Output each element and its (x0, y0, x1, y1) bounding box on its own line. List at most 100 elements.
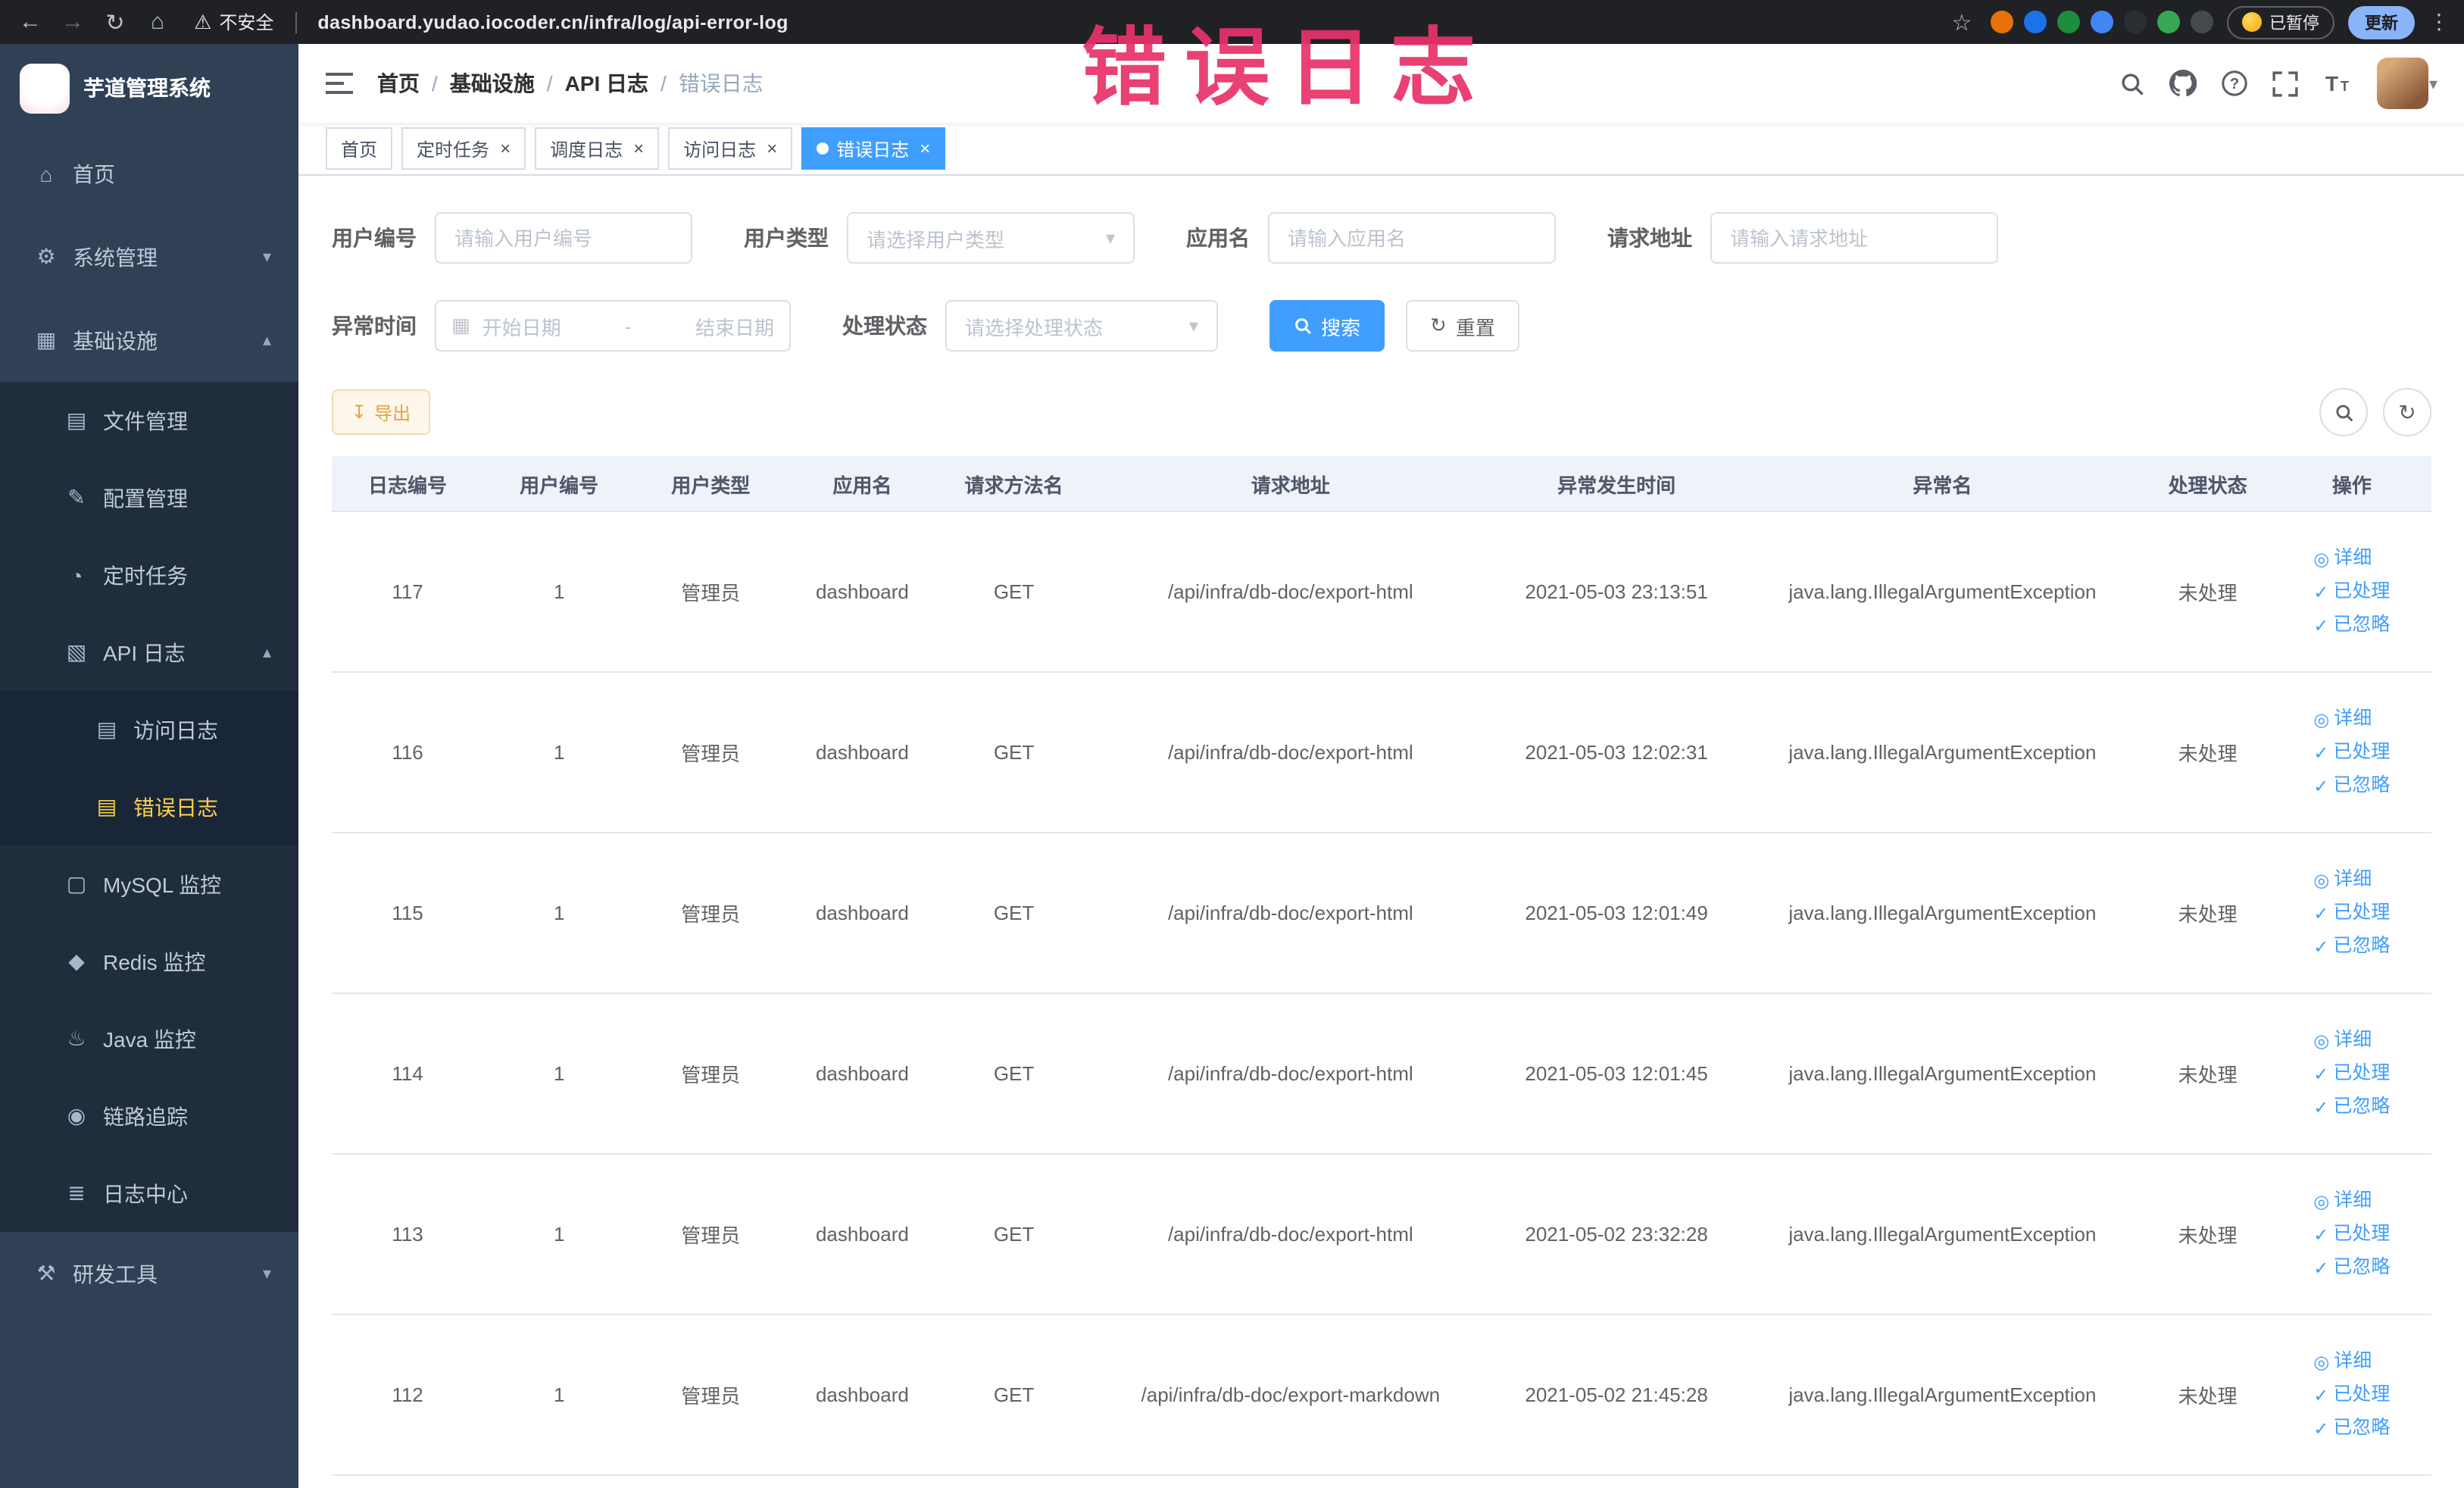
back-icon[interactable]: ← (15, 7, 45, 37)
app-name-input[interactable] (1268, 212, 1556, 264)
home-icon: ⌂ (39, 161, 53, 186)
action-processed-link[interactable]: ✓ 已处理 (2313, 742, 2390, 764)
column-header: 请求方法名 (938, 456, 1090, 512)
cell-exception: java.lang.IllegalArgumentException (1741, 672, 2144, 833)
close-icon[interactable]: × (633, 139, 644, 158)
sidebar-item-file-manage[interactable]: ▤ 文件管理 (0, 382, 298, 459)
sidebar-item-config-manage[interactable]: ✎ 配置管理 (0, 459, 298, 536)
reset-button[interactable]: ↻ 重置 (1406, 300, 1519, 352)
sidebar-item-cron-job[interactable]: ◔ 定时任务 (0, 536, 298, 614)
action-processed-link[interactable]: ✓ 已处理 (2313, 902, 2390, 925)
sidebar-item-error-log[interactable]: ▤ 错误日志 (0, 768, 298, 846)
close-icon[interactable]: × (500, 139, 511, 158)
action-ignored-link[interactable]: ✓ 已忽略 (2313, 775, 2390, 798)
sidebar-item-home[interactable]: ⌂ 首页 (0, 132, 298, 215)
exception-time-range[interactable]: ▦ 开始日期 - 结束日期 (435, 300, 791, 352)
user-id-input[interactable] (435, 212, 692, 264)
extension-icon-5[interactable] (2124, 11, 2147, 33)
action-detail-link[interactable]: ◎ 详细 (2313, 869, 2372, 892)
cell-id: 115 (332, 833, 484, 994)
forward-icon[interactable]: → (58, 7, 88, 37)
app-logo[interactable]: 芋道管理系统 (0, 44, 298, 132)
process-status-select[interactable]: 请选择处理状态 ▾ (945, 300, 1218, 352)
sidebar-item-api-log[interactable]: ▧ API 日志 ▴ (0, 614, 298, 691)
bookmark-star-icon[interactable]: ☆ (1947, 7, 1977, 37)
security-indicator[interactable]: ⚠ 不安全 (194, 9, 273, 35)
user-type-select[interactable]: 请选择用户类型 ▾ (847, 212, 1135, 264)
sidebar-item-mysql-monitor[interactable]: ▢ MySQL 监控 (0, 846, 298, 923)
cell-app: dashboard (786, 1154, 938, 1315)
user-menu[interactable]: ▾ (2377, 58, 2437, 109)
check-icon: ✓ (2313, 742, 2329, 764)
sidebar-item-label: 访问日志 (133, 717, 218, 742)
close-icon[interactable]: × (767, 139, 777, 158)
extension-icon-1[interactable] (1991, 11, 2013, 33)
action-ignored-link[interactable]: ✓ 已忽略 (2313, 1096, 2390, 1119)
extension-icon-7[interactable] (2191, 11, 2213, 33)
cell-user-type: 管理员 (635, 672, 787, 833)
sidebar-item-system[interactable]: ⚙ 系统管理 ▾ (0, 215, 298, 299)
refresh-table-button[interactable]: ↻ (2383, 388, 2431, 436)
action-ignored-link[interactable]: ✓ 已忽略 (2313, 614, 2390, 637)
github-icon[interactable] (2169, 70, 2197, 97)
action-detail-link[interactable]: ◎ 详细 (2313, 1030, 2372, 1052)
extension-icon-2[interactable] (2024, 11, 2047, 33)
hamburger-icon[interactable] (326, 71, 353, 95)
breadcrumb-item[interactable]: 首页 (377, 68, 420, 98)
action-ignored-link[interactable]: ✓ 已忽略 (2313, 1257, 2390, 1280)
fullscreen-icon[interactable] (2273, 70, 2299, 96)
font-size-icon[interactable]: TT (2323, 71, 2353, 95)
breadcrumb: 首页 / 基础设施 / API 日志 / 错误日志 (377, 68, 764, 98)
toggle-search-button[interactable] (2319, 388, 2368, 436)
action-ignored-link[interactable]: ✓ 已忽略 (2313, 1418, 2390, 1440)
close-icon[interactable]: × (920, 139, 930, 158)
action-detail-link[interactable]: ◎ 详细 (2313, 548, 2372, 571)
cell-app: dashboard (786, 993, 938, 1155)
extension-icon-4[interactable] (2091, 11, 2113, 33)
view-icon: ◎ (2313, 1351, 2330, 1373)
cell-status: 未处理 (2143, 672, 2272, 833)
sidebar-item-infra[interactable]: ▦ 基础设施 ▴ (0, 299, 298, 382)
tag-调度日志[interactable]: 调度日志 × (535, 127, 660, 170)
view-icon: ◎ (2313, 869, 2330, 891)
svg-text:T: T (2341, 79, 2350, 94)
help-icon[interactable]: ? (2222, 70, 2249, 97)
action-detail-link[interactable]: ◎ 详细 (2313, 1351, 2372, 1374)
sidebar-item-redis-monitor[interactable]: ◆ Redis 监控 (0, 923, 298, 1000)
sidebar-item-link-trace[interactable]: ◉ 链路追踪 (0, 1077, 298, 1155)
sidebar-item-log-center[interactable]: ≣ 日志中心 (0, 1155, 298, 1232)
update-button[interactable]: 更新 (2348, 5, 2415, 39)
tag-访问日志[interactable]: 访问日志 × (668, 127, 793, 170)
cell-time: 2021-05-03 12:01:49 (1491, 833, 1742, 994)
extension-icon-3[interactable] (2057, 11, 2080, 33)
breadcrumb-item[interactable]: API 日志 (565, 68, 648, 98)
address-bar[interactable]: dashboard.yudao.iocoder.cn/infra/log/api… (317, 11, 788, 33)
error-log-table: 日志编号 用户编号 用户类型 应用名 请求方法名 请求地址 异常发生时间 异常名 处理状态 操作 … (332, 456, 2431, 1476)
sidebar-item-access-log[interactable]: ▤ 访问日志 (0, 691, 298, 768)
tags-bar: 首页 定时任务 × 调度日志 × 访问日志 × 错误日志 × (298, 123, 2464, 176)
tag-定时任务[interactable]: 定时任务 × (401, 127, 526, 170)
sidebar-item-java-monitor[interactable]: ♨ Java 监控 (0, 1000, 298, 1077)
search-icon[interactable] (2120, 70, 2146, 96)
sidebar-item-dev-tools[interactable]: ⚒ 研发工具 ▾ (0, 1232, 298, 1315)
action-detail-link[interactable]: ◎ 详细 (2313, 708, 2372, 731)
action-ignored-link[interactable]: ✓ 已忽略 (2313, 936, 2390, 958)
action-detail-link[interactable]: ◎ 详细 (2313, 1190, 2372, 1213)
export-button[interactable]: ↧ 导出 (332, 389, 431, 435)
action-processed-link[interactable]: ✓ 已处理 (2313, 1224, 2390, 1246)
extension-icon-6[interactable] (2157, 11, 2180, 33)
action-processed-link[interactable]: ✓ 已处理 (2313, 1384, 2390, 1407)
action-processed-link[interactable]: ✓ 已处理 (2313, 581, 2390, 604)
request-url-input[interactable] (1710, 212, 1998, 264)
reload-icon[interactable]: ↻ (100, 7, 130, 37)
tag-首页[interactable]: 首页 (326, 127, 393, 170)
menu-kebab-icon[interactable]: ⋮ (2428, 9, 2450, 35)
tag-错误日志[interactable]: 错误日志 × (801, 127, 946, 170)
home-icon[interactable]: ⌂ (142, 7, 173, 37)
paused-badge[interactable]: 已暂停 (2227, 5, 2334, 39)
breadcrumb-separator: / (546, 71, 553, 95)
search-button[interactable]: 搜索 (1269, 300, 1385, 352)
action-processed-link[interactable]: ✓ 已处理 (2313, 1063, 2390, 1086)
breadcrumb-item[interactable]: 基础设施 (450, 68, 535, 98)
sidebar-item-label: 定时任务 (103, 563, 188, 587)
